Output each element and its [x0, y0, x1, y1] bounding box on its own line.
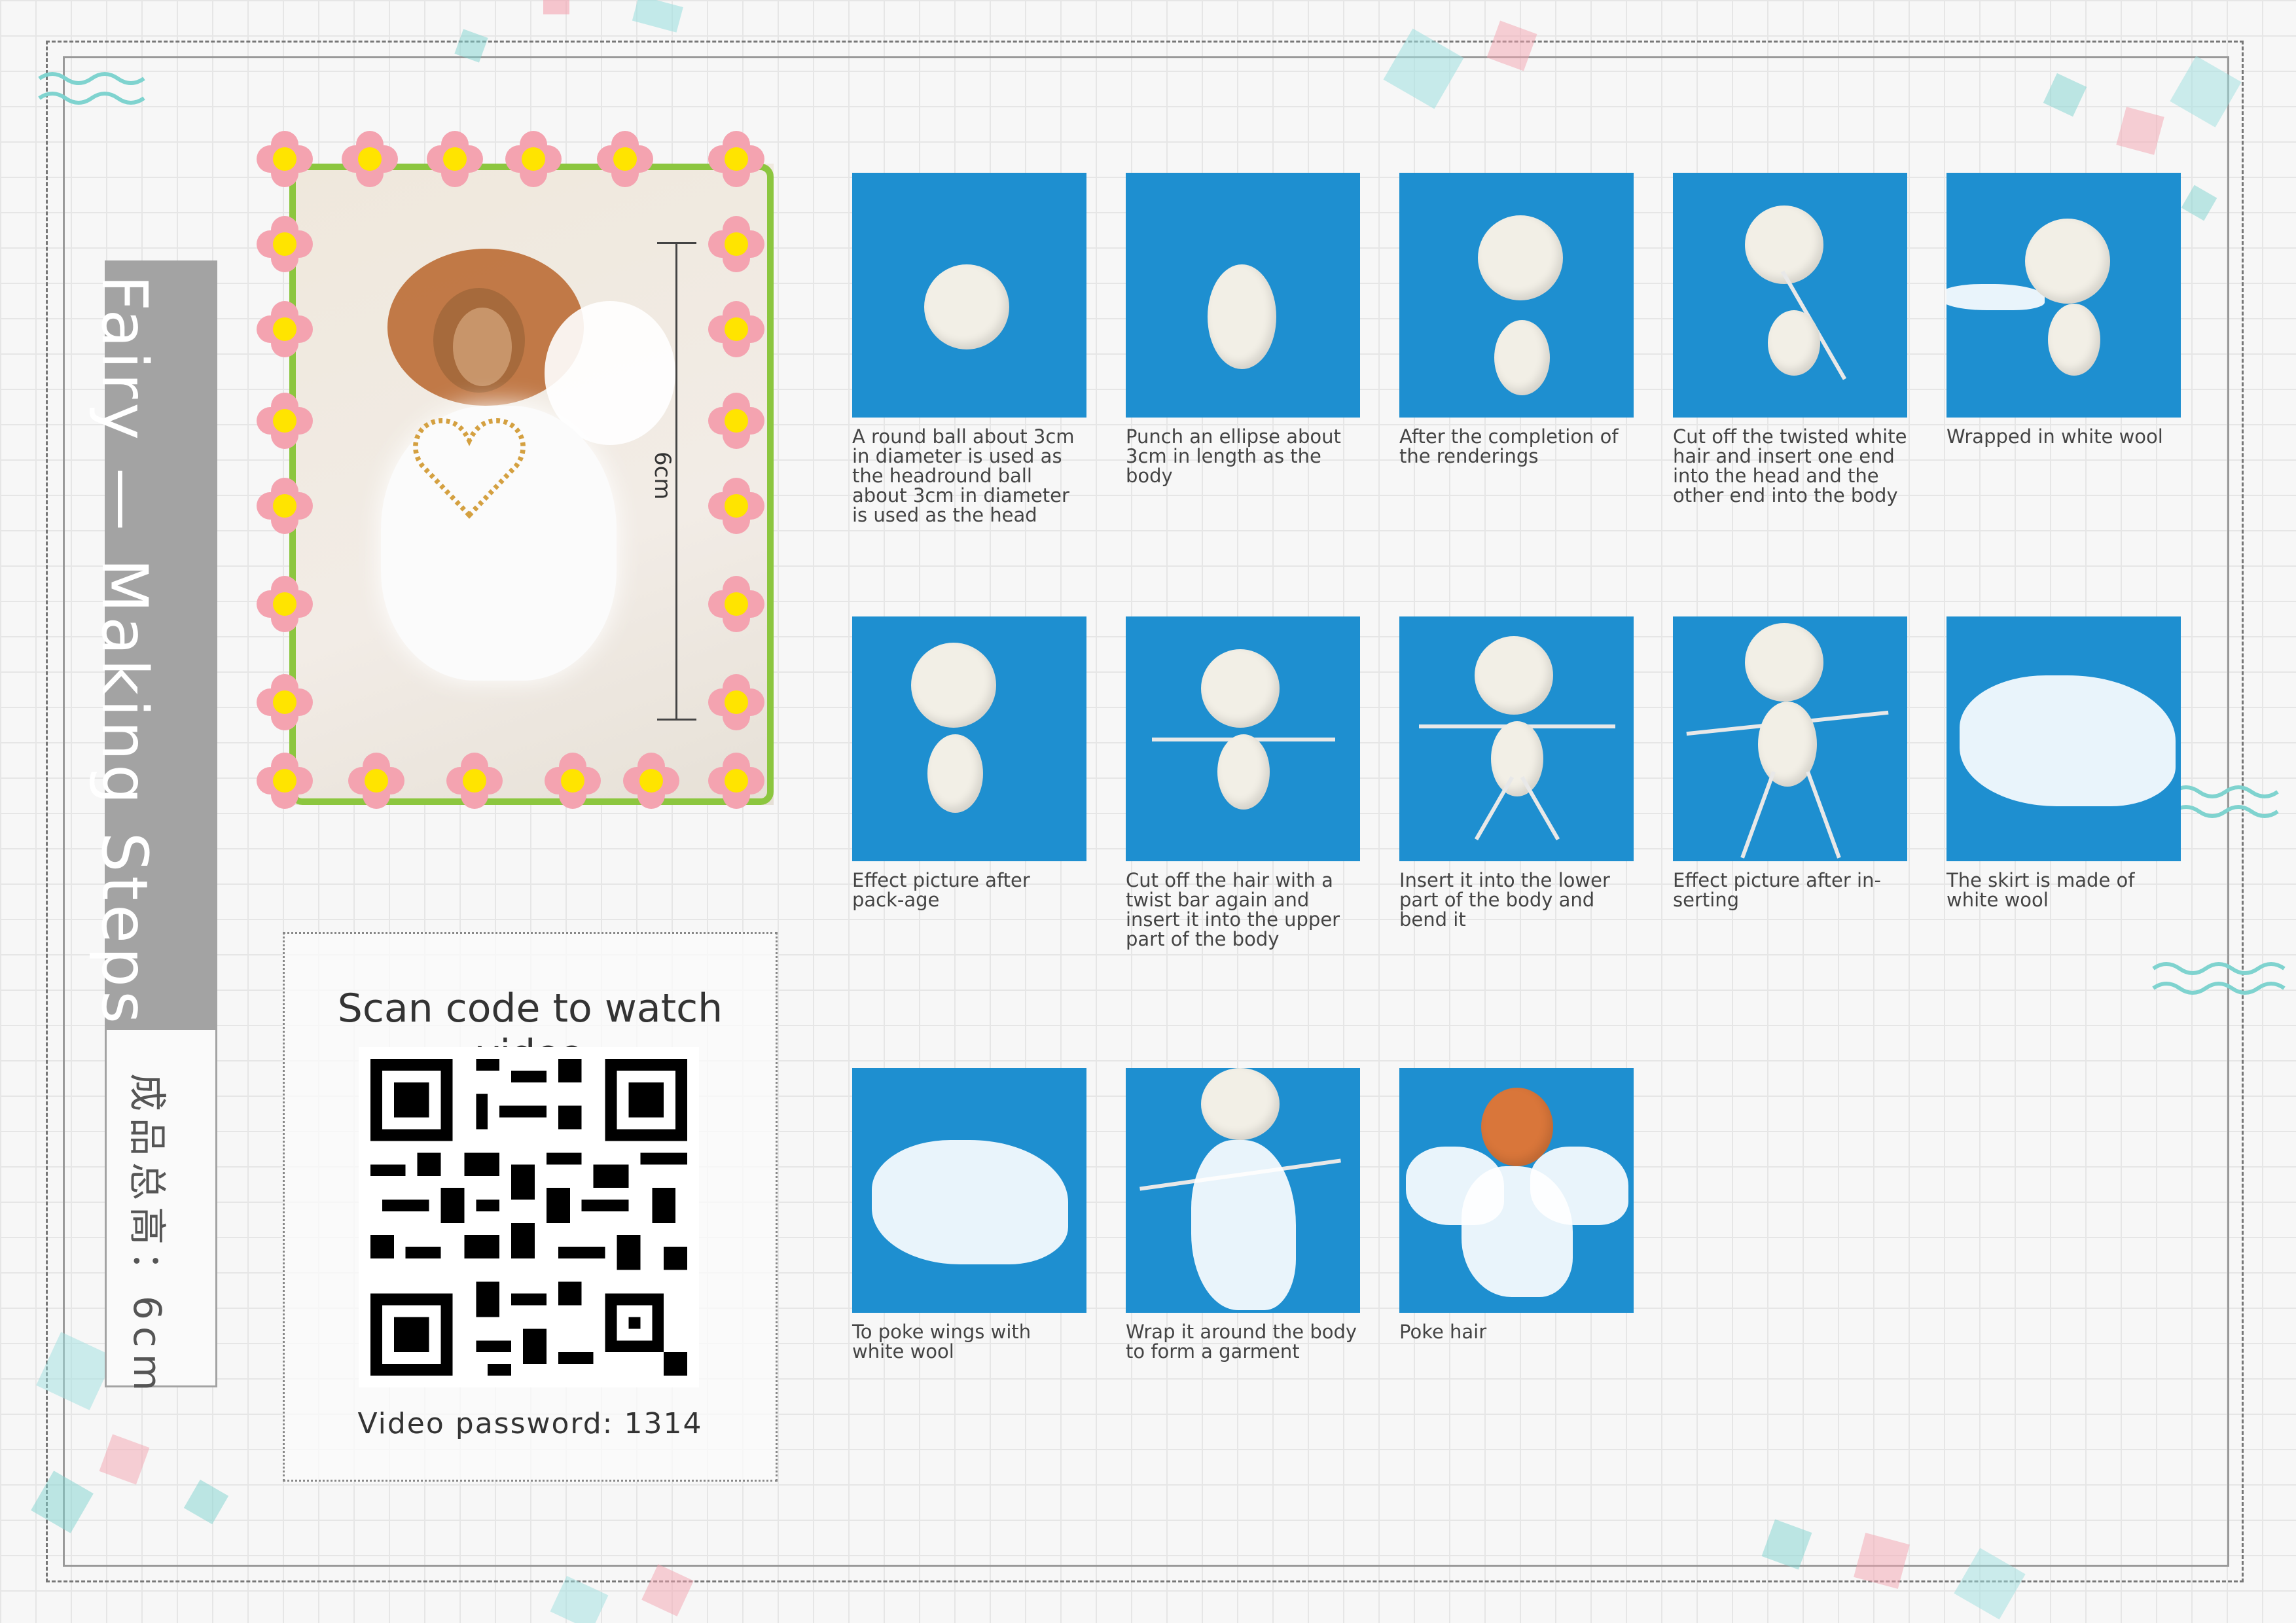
step-card: Wrapped in white wool — [1946, 173, 2181, 446]
felt-wire — [1474, 776, 1515, 841]
flower-icon — [257, 301, 313, 357]
step-photo — [1673, 173, 1907, 418]
flower-icon — [257, 478, 313, 534]
step-caption: Cut off the hair with a twist bar again … — [1126, 869, 1340, 950]
flower-icon — [708, 478, 764, 534]
step-caption: Wrap it around the body to form a garmen… — [1126, 1321, 1357, 1363]
felt-wire — [1520, 776, 1560, 841]
felt-wool-fluff — [1462, 1166, 1573, 1297]
felt-wool-ball — [2048, 304, 2100, 376]
flower-icon — [446, 753, 503, 809]
step-photo — [1946, 616, 2181, 861]
felt-wool-ball — [1208, 264, 1276, 369]
felt-wire — [1740, 771, 1776, 859]
flower-vine-border — [289, 164, 774, 805]
step-photo — [1399, 1068, 1634, 1313]
flower-icon — [348, 753, 404, 809]
video-password: Video password: 1314 — [357, 1407, 703, 1440]
step-card: Cut off the twisted white hair and inser… — [1673, 173, 1907, 505]
qr-code[interactable] — [359, 1047, 699, 1387]
step-card: Poke hair — [1399, 1068, 1634, 1342]
step-caption: Cut off the twisted white hair and inser… — [1673, 425, 1907, 507]
felt-wool-fluff — [872, 1140, 1068, 1264]
flower-icon — [708, 674, 764, 730]
felt-wire — [1806, 771, 1841, 859]
measure-label: 6cm — [649, 452, 675, 500]
felt-wool-ball — [1201, 649, 1280, 728]
flower-icon — [257, 216, 313, 272]
step-photo — [1946, 173, 2181, 418]
step-card: To poke wings with white wool — [852, 1068, 1086, 1361]
flower-icon — [257, 674, 313, 730]
flower-icon — [257, 393, 313, 449]
step-caption: Insert it into the lower part of the bod… — [1399, 869, 1610, 931]
step-card: Effect picture after pack-age — [852, 616, 1086, 910]
flower-icon — [708, 216, 764, 272]
felt-wool-ball — [2025, 219, 2110, 304]
flower-icon — [342, 131, 398, 187]
step-caption: Poke hair — [1399, 1321, 1487, 1343]
step-caption: The skirt is made of white wool — [1946, 869, 2135, 911]
felt-wool-ball — [1475, 636, 1553, 715]
flower-icon — [505, 131, 562, 187]
flower-icon — [427, 131, 483, 187]
felt-wool-ball — [927, 734, 983, 813]
felt-wool-ball — [1768, 310, 1820, 376]
flower-icon — [708, 393, 764, 449]
flower-icon — [257, 753, 313, 809]
flower-icon — [257, 131, 313, 187]
felt-wool-ball — [1494, 320, 1550, 395]
step-card: After the completion of the renderings — [1399, 173, 1634, 466]
step-caption: Effect picture after in-serting — [1673, 869, 1881, 911]
flower-icon — [545, 753, 601, 809]
page-title: Fairy — Making Steps — [88, 275, 161, 1028]
flower-icon — [623, 753, 679, 809]
felt-wool-ball — [1745, 623, 1823, 702]
step-photo — [852, 1068, 1086, 1313]
flower-icon — [597, 131, 653, 187]
flower-icon — [708, 301, 764, 357]
step-photo — [1673, 616, 1907, 861]
step-photo — [852, 616, 1086, 861]
felt-wool-ball — [1201, 1068, 1280, 1140]
felt-wool-fluff — [1960, 675, 2176, 806]
step-caption: Punch an ellipse about 3cm in length as … — [1126, 425, 1341, 487]
step-caption: To poke wings with white wool — [852, 1321, 1031, 1363]
felt-wool-ball — [924, 264, 1009, 349]
felt-wool-ball — [1481, 1088, 1553, 1166]
step-photo — [852, 173, 1086, 418]
felt-wool-fluff — [1191, 1140, 1296, 1310]
step-card: A round ball about 3cm in diameter is us… — [852, 173, 1086, 525]
flower-icon — [708, 753, 764, 809]
flower-icon — [708, 576, 764, 632]
step-caption: Effect picture after pack-age — [852, 869, 1030, 911]
felt-wool-fluff — [1946, 284, 2045, 310]
step-card: Cut off the hair with a twist bar again … — [1126, 616, 1360, 949]
step-caption: After the completion of the renderings — [1399, 425, 1619, 467]
flower-icon — [708, 131, 764, 187]
step-card: The skirt is made of white wool — [1946, 616, 2181, 910]
step-photo — [1126, 173, 1360, 418]
finished-height-label: 成品总高：6cm — [125, 1073, 170, 1398]
step-photo — [1399, 616, 1634, 861]
step-caption: Wrapped in white wool — [1946, 425, 2163, 448]
step-photo — [1126, 1068, 1360, 1313]
felt-wool-ball — [911, 643, 996, 728]
felt-wool-ball — [1491, 721, 1543, 796]
step-photo — [1399, 173, 1634, 418]
measure-cap-bottom — [657, 719, 696, 721]
finished-fairy-image: 6cm — [257, 131, 806, 838]
step-card: Punch an ellipse about 3cm in length as … — [1126, 173, 1360, 486]
step-photo — [1126, 616, 1360, 861]
flower-icon — [257, 576, 313, 632]
measure-line — [675, 242, 677, 720]
felt-wool-ball — [1478, 215, 1563, 300]
measure-cap-top — [657, 242, 696, 244]
step-card: Effect picture after in-serting — [1673, 616, 1907, 910]
step-card: Insert it into the lower part of the bod… — [1399, 616, 1634, 929]
felt-wool-ball — [1217, 734, 1270, 810]
step-caption: A round ball about 3cm in diameter is us… — [852, 425, 1075, 526]
step-card: Wrap it around the body to form a garmen… — [1126, 1068, 1360, 1361]
